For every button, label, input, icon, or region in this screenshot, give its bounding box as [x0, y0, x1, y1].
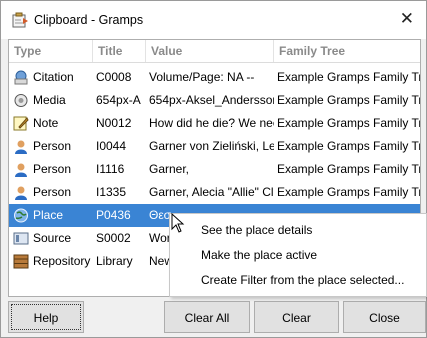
clear-all-button[interactable]: Clear All	[164, 301, 250, 333]
clear-button[interactable]: Clear	[254, 301, 339, 333]
clipboard-app-icon	[12, 12, 28, 28]
row-value: Garner von Zieliński, Le	[149, 139, 274, 153]
place-icon	[14, 208, 28, 223]
window-title: Clipboard - Gramps	[34, 13, 144, 27]
row-title: N0012	[96, 116, 132, 130]
title-bar: Clipboard - Gramps ✕	[1, 1, 426, 39]
media-icon	[14, 94, 28, 107]
row-family-tree: Example Gramps Family Tree	[277, 139, 420, 153]
repository-icon	[13, 254, 29, 269]
table-row[interactable]: Person I1116 Garner, Example Gramps Fami…	[9, 158, 420, 181]
row-title: 654px-A	[96, 93, 141, 107]
citation-icon	[14, 70, 28, 85]
column-header-title[interactable]: Title	[93, 40, 146, 62]
row-value: Garner,	[149, 162, 190, 176]
row-value: Volume/Page: NA --	[149, 70, 255, 84]
row-value: How did he die? We nee	[149, 116, 274, 130]
table-row[interactable]: Media 654px-A 654px-Aksel_Andersson Exam…	[9, 89, 420, 112]
row-title: P0436	[96, 208, 131, 222]
row-type: Person	[33, 185, 72, 199]
row-family-tree: Example Gramps Family Tree	[277, 116, 420, 130]
row-type: Person	[33, 139, 72, 153]
menu-item-create-filter[interactable]: Create Filter from the place selected...	[201, 269, 404, 291]
row-title: S0002	[96, 231, 131, 245]
row-family-tree: Example Gramps Family Tree	[277, 93, 420, 107]
row-title: I1335	[96, 185, 127, 199]
close-window-icon[interactable]: ✕	[400, 9, 414, 29]
row-type: Media	[33, 93, 66, 107]
row-title: I1116	[96, 162, 125, 176]
mouse-pointer-icon	[171, 213, 185, 233]
list-header: Type Title Value Family Tree	[9, 40, 420, 63]
table-row[interactable]: Note N0012 How did he die? We nee Exampl…	[9, 112, 420, 135]
person-icon	[15, 163, 27, 177]
menu-item-make-place-active[interactable]: Make the place active	[201, 244, 317, 266]
source-icon	[13, 232, 29, 245]
row-family-tree: Example Gramps Family Tree	[277, 185, 420, 199]
row-type: Place	[33, 208, 64, 222]
row-type: Source	[33, 231, 72, 245]
menu-item-see-place-details[interactable]: See the place details	[201, 219, 312, 241]
row-type: Citation	[33, 70, 74, 84]
close-button[interactable]: Close	[343, 301, 426, 333]
help-button[interactable]: Help	[8, 301, 84, 333]
row-type: Person	[33, 162, 72, 176]
button-bar: Help Clear All Clear Close	[1, 299, 426, 337]
person-icon	[15, 140, 27, 154]
row-type: Repository	[33, 254, 91, 268]
column-header-type[interactable]: Type	[9, 40, 93, 62]
column-header-family-tree[interactable]: Family Tree	[274, 40, 420, 62]
row-title: C0008	[96, 70, 132, 84]
table-row[interactable]: Citation C0008 Volume/Page: NA -- Exampl…	[9, 66, 420, 89]
clipboard-window: Clipboard - Gramps ✕ Type Title Value Fa…	[0, 0, 427, 338]
column-header-value[interactable]: Value	[146, 40, 274, 62]
row-title: I0044	[96, 139, 127, 153]
row-family-tree: Example Gramps Family Tree	[277, 70, 420, 84]
row-type: Note	[33, 116, 59, 130]
person-icon	[15, 186, 27, 200]
row-value: Garner, Alecia "Allie" Cl	[149, 185, 274, 199]
note-icon	[13, 116, 29, 131]
row-value: 654px-Aksel_Andersson	[149, 93, 274, 107]
context-menu: See the place details Make the place act…	[169, 213, 427, 297]
table-row[interactable]: Person I1335 Garner, Alecia "Allie" Cl E…	[9, 181, 420, 204]
row-family-tree: Example Gramps Family Tree	[277, 162, 420, 176]
row-title: Library	[96, 254, 133, 268]
table-row[interactable]: Person I0044 Garner von Zieliński, Le Ex…	[9, 135, 420, 158]
